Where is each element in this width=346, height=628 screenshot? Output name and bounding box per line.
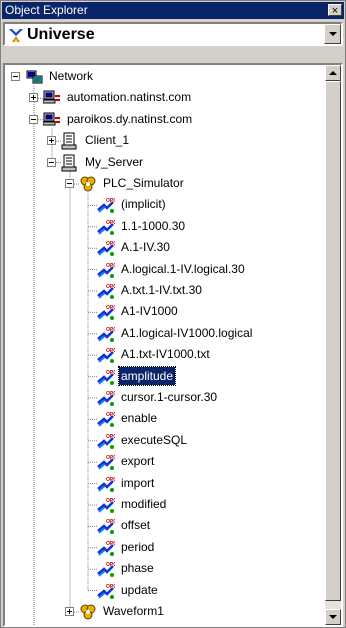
data-item-icon: OPC [97,241,115,257]
data-item-icon: OPC [97,370,115,385]
tree-node-label: A1.logical-IV1000.logical [121,325,253,340]
data-item-icon: OPC [97,327,115,342]
tree-node-label: offset [121,518,151,533]
document-icon [61,132,77,150]
tree-node-label: export [121,454,155,469]
data-item-icon: OPC [97,477,115,492]
data-item-icon: OPC [97,519,115,535]
collapse-icon[interactable] [65,179,74,188]
window-title: Object Explorer [5,3,88,17]
tree-node-label: A.1-IV.30 [121,240,170,255]
tree-node-label: paroikos.dy.natinst.com [67,111,193,126]
tree-node-label: Network [49,69,94,83]
tree-node-label: amplitude [117,365,177,386]
data-item-icon: OPC [97,284,115,299]
tree-node-label: Waveform1 [103,604,164,618]
data-item-icon: OPC [97,562,115,578]
data-item-icon: OPC [97,498,115,513]
data-item-icon: OPC [97,220,115,235]
plc-icon [80,604,96,620]
data-item-icon: OPC [97,434,115,449]
scroll-thumb[interactable] [325,81,341,601]
computer-icon [43,90,60,104]
tree-node-label: phase [121,561,154,576]
expand-icon[interactable] [29,93,38,103]
data-item-icon: OPC [97,263,115,278]
tree-node-label: A1.txt-IV1000.txt [121,347,210,362]
tree-node-label: enable [121,411,158,426]
scroll-up-button[interactable] [325,65,341,81]
collapse-icon[interactable] [47,157,56,167]
universe-label: Universe [27,26,95,43]
plc-icon [80,176,96,192]
tree-node-label: period [121,539,155,554]
object-tree[interactable]: Network automation.natinst.com paroikos.dy… [3,63,343,627]
computer-icon [43,112,60,126]
computer-icon [43,624,61,627]
document-icon [61,154,77,172]
close-icon[interactable]: × [328,4,342,17]
expand-icon[interactable] [47,136,56,146]
expand-icon[interactable] [65,607,74,616]
tree-node-label: 1.1-1000.30 [121,218,186,233]
tree-node-label: A.logical.1-IV.logical.30 [121,261,245,276]
data-item-icon: OPC [97,305,115,321]
tree-node-label: (implicit) [121,197,166,212]
tree-node-label: import [121,475,155,490]
tree-node-label: modified [121,497,167,511]
data-item-icon: OPC [97,455,115,471]
tree-node-label: My_Server [85,154,144,169]
tree-node-label: automation.natinst.com [67,90,192,105]
tree-node-label: cursor.1-cursor.30 [121,390,218,404]
data-item-icon: OPC [97,584,115,599]
tree-node-label: A.txt.1-IV.txt.30 [121,283,202,297]
tree-node-label: PLC_Simulator [103,176,184,190]
network-icon [26,70,43,84]
object-explorer-window: Object Explorer × Universe Network automa… [0,0,346,628]
tree-node-label: TRIPPER [65,623,121,625]
vertical-scrollbar[interactable] [325,65,341,625]
tree-node-label: executeSQL [121,432,188,447]
title-bar[interactable]: Object Explorer × [2,2,344,19]
chevron-down-icon[interactable] [324,24,341,44]
tree-node-label: Client_1 [85,133,130,148]
data-item-icon: OPC [97,391,115,406]
tree-node-label: update [121,582,158,597]
universe-dropdown[interactable]: Universe [3,22,343,46]
scroll-down-button[interactable] [325,609,341,625]
tree-node-label: A1-IV1000 [121,304,178,319]
data-item-icon: OPC [97,412,115,428]
universe-icon [9,29,23,42]
data-item-icon: OPC [97,348,115,364]
collapse-icon[interactable] [11,72,20,81]
data-item-icon: OPC [97,541,115,556]
data-item-icon: OPC [97,198,115,214]
collapse-icon[interactable] [29,114,38,124]
